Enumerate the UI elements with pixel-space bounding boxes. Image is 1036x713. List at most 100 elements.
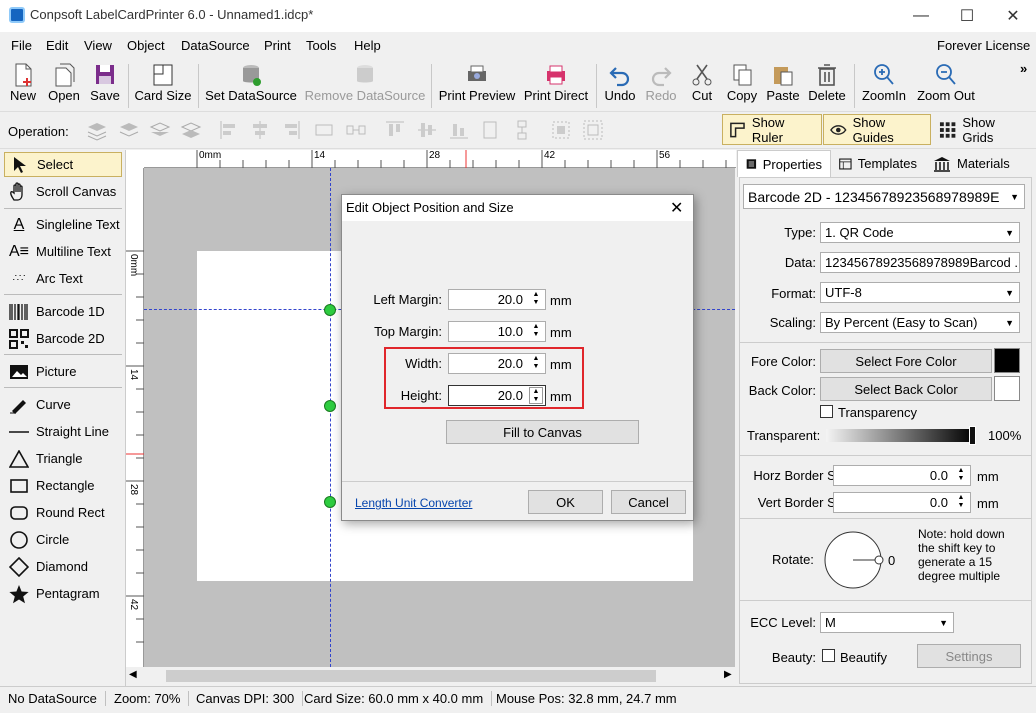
tab-properties[interactable]: Properties [737,150,831,177]
vert-border-input[interactable]: 0.0 ▲ ▼ [833,492,971,513]
open-button[interactable]: Open [46,62,82,110]
same-width-icon[interactable] [345,119,367,141]
tab-templates[interactable]: Templates [831,150,925,177]
tool-picture[interactable]: Picture [4,359,122,384]
same-height-icon[interactable] [511,119,533,141]
show-ruler-toggle[interactable]: Show Ruler [722,114,822,145]
settings-button[interactable]: Settings [917,644,1021,668]
left-margin-input[interactable]: 20.0 ▲ ▼ [448,289,546,310]
print-preview-button[interactable]: Print Preview [438,62,516,110]
transparency-slider-thumb[interactable] [969,426,976,445]
type-select[interactable]: 1. QR Code ▼ [820,222,1020,243]
tool-barcode-2d[interactable]: Barcode 2D [4,326,122,351]
horizontal-ruler[interactable]: 0mm 14 28 42 56 [144,150,736,168]
show-guides-toggle[interactable]: Show Guides [823,114,931,145]
delete-button[interactable]: Delete [806,62,848,110]
minimize-button[interactable]: — [898,0,944,32]
select-fore-color-button[interactable]: Select Fore Color [820,349,992,373]
tool-select[interactable]: Select [4,152,122,177]
menu-object[interactable]: Object [127,38,165,53]
spinner-arrows-icon[interactable]: ▲ ▼ [954,467,968,484]
back-color-swatch[interactable] [994,376,1020,401]
scaling-select[interactable]: By Percent (Easy to Scan) ▼ [820,312,1020,333]
scroll-left-icon[interactable]: ◀ [129,669,137,680]
height-input[interactable]: 20.0 ▲ ▼ [448,385,546,406]
object-selector[interactable]: Barcode 2D - 12345678923568978989E ▼ [743,184,1025,209]
tool-diamond[interactable]: Diamond [4,554,122,579]
vertical-guide[interactable] [330,168,331,667]
width-input[interactable]: 20.0 ▲ ▼ [448,353,546,374]
tool-singleline-text[interactable]: A Singleline Text [4,212,122,237]
cut-button[interactable]: Cut [686,62,718,110]
copy-button[interactable]: Copy [724,62,760,110]
menu-datasource[interactable]: DataSource [181,38,250,53]
data-field[interactable]: 12345678923568978989Barcod ... [820,252,1020,273]
paste-button[interactable]: Paste [764,62,802,110]
toolbar-overflow-button[interactable]: » [1020,61,1027,76]
menu-view[interactable]: View [84,38,112,53]
bring-to-front-icon[interactable] [86,119,108,141]
undo-button[interactable]: Undo [602,62,638,110]
fill-to-canvas-button[interactable]: Fill to Canvas [446,420,639,444]
distribute-vertical-icon[interactable] [479,119,501,141]
top-margin-input[interactable]: 10.0 ▲ ▼ [448,321,546,342]
zoom-in-button[interactable]: ZoomIn [859,62,909,110]
close-button[interactable]: ✕ [990,0,1036,32]
align-bottom-icon[interactable] [448,119,470,141]
spinner-arrows-icon[interactable]: ▲ ▼ [529,323,543,340]
set-datasource-button[interactable]: Set DataSource [205,62,297,110]
spinner-arrows-icon[interactable]: ▲ ▼ [954,494,968,511]
tool-round-rect[interactable]: Round Rect [4,500,122,525]
same-size-icon[interactable] [550,119,572,141]
cancel-button[interactable]: Cancel [611,490,686,514]
scrollbar-thumb[interactable] [166,670,656,682]
ok-button[interactable]: OK [528,490,603,514]
send-backward-icon[interactable] [149,119,171,141]
spinner-arrows-icon[interactable]: ▲ ▼ [529,355,543,372]
print-direct-button[interactable]: Print Direct [522,62,590,110]
align-top-icon[interactable] [384,119,406,141]
tool-circle[interactable]: Circle [4,527,122,552]
remove-datasource-button[interactable]: Remove DataSource [304,62,426,110]
tab-materials[interactable]: Materials [925,150,1025,177]
fit-canvas-icon[interactable] [582,119,604,141]
zoom-out-button[interactable]: Zoom Out [914,62,978,110]
ecc-select[interactable]: M ▼ [820,612,954,633]
menu-print[interactable]: Print [264,38,291,53]
align-left-icon[interactable] [218,119,240,141]
spinner-arrows-icon[interactable]: ▲ ▼ [529,387,543,404]
new-button[interactable]: New [6,62,40,110]
select-back-color-button[interactable]: Select Back Color [820,377,992,401]
transparency-slider[interactable] [826,429,974,442]
horizontal-scrollbar[interactable]: ◀ ▶ [126,667,736,685]
rotate-dial[interactable] [823,530,887,590]
tool-curve[interactable]: Curve [4,392,122,417]
beautify-checkbox[interactable] [822,649,835,662]
send-to-back-icon[interactable] [180,119,202,141]
resize-handle[interactable] [324,304,336,316]
tool-arc-text[interactable]: ∴∵ Arc Text [4,266,122,291]
distribute-horizontal-icon[interactable] [313,119,335,141]
align-middle-icon[interactable] [416,119,438,141]
spinner-arrows-icon[interactable]: ▲ ▼ [529,291,543,308]
menu-edit[interactable]: Edit [46,38,68,53]
menu-help[interactable]: Help [354,38,381,53]
vertical-ruler[interactable]: 0mm 14 28 42 [126,168,144,668]
save-button[interactable]: Save [88,62,122,110]
redo-button[interactable]: Redo [644,62,678,110]
length-unit-converter-link[interactable]: Length Unit Converter [355,496,472,510]
tool-barcode-1d[interactable]: Barcode 1D [4,299,122,324]
fore-color-swatch[interactable] [994,348,1020,373]
tool-pentagram[interactable]: Pentagram [4,581,122,606]
menu-file[interactable]: File [11,38,32,53]
tool-scroll-canvas[interactable]: Scroll Canvas [4,179,122,204]
transparency-checkbox[interactable] [820,405,833,418]
maximize-button[interactable]: ☐ [944,0,990,32]
resize-handle[interactable] [324,400,336,412]
dialog-close-icon[interactable]: ✕ [670,198,683,218]
align-right-icon[interactable] [280,119,302,141]
scroll-right-icon[interactable]: ▶ [724,669,732,680]
bring-forward-icon[interactable] [118,119,140,141]
format-select[interactable]: UTF-8 ▼ [820,282,1020,303]
show-grids-toggle[interactable]: Show Grids [933,114,1033,145]
